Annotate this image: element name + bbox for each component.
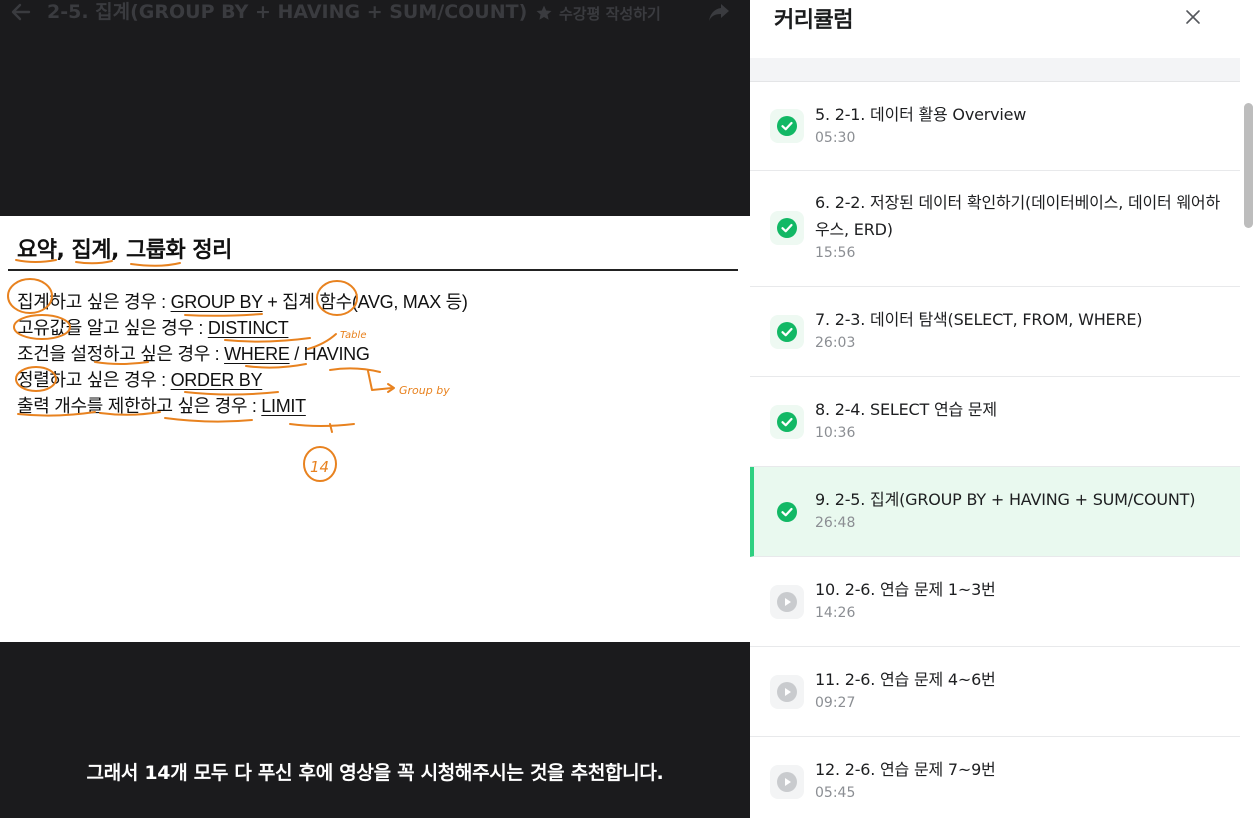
curriculum-title: 커리큘럼 bbox=[774, 8, 853, 33]
write-review-label: 수강평 작성하기 bbox=[559, 4, 661, 23]
slide-line: 출력 개수를 제한하고 싶은 경우 : LIMIT bbox=[17, 392, 306, 418]
lesson-title: 5. 2-1. 데이터 활용 Overview bbox=[815, 105, 1027, 124]
line-prefix: 출력 개수를 제한하고 싶은 경우 : bbox=[17, 396, 262, 416]
check-circle-icon bbox=[777, 218, 797, 238]
lesson-duration: 09:27 bbox=[815, 695, 856, 711]
lesson-duration: 26:03 bbox=[815, 335, 856, 351]
line-keyword: ORDER BY bbox=[170, 370, 263, 390]
curriculum-panel: 커리큘럼 5. 2-1. 데이터 활용 Overview 05:30 6. 2-… bbox=[750, 0, 1256, 818]
check-circle-icon bbox=[777, 322, 797, 342]
video-title: 2-5. 집계(GROUP BY + HAVING + SUM/COUNT) bbox=[47, 1, 528, 23]
lesson-item[interactable]: 12. 2-6. 연습 문제 7~9번 05:45 bbox=[750, 737, 1240, 818]
lesson-item[interactable]: 6. 2-2. 저장된 데이터 확인하기(데이터베이스, 데이터 웨어하우스, … bbox=[750, 171, 1240, 287]
completed-status bbox=[770, 405, 804, 439]
scrollbar-thumb[interactable] bbox=[1244, 103, 1253, 228]
check-circle-icon bbox=[777, 116, 797, 136]
lecture-slide: 요약, 집계, 그룹화 정리 집계하고 싶은 경우 : GROUP BY + 집… bbox=[0, 216, 750, 642]
lesson-item[interactable]: 7. 2-3. 데이터 탐색(SELECT, FROM, WHERE) 26:0… bbox=[750, 287, 1240, 377]
check-circle-icon bbox=[777, 502, 797, 522]
curriculum-header: 커리큘럼 bbox=[750, 0, 1240, 58]
line-keyword: GROUP BY bbox=[170, 292, 263, 312]
lesson-duration: 05:45 bbox=[815, 785, 856, 801]
lesson-list: 5. 2-1. 데이터 활용 Overview 05:30 6. 2-2. 저장… bbox=[750, 82, 1240, 818]
completed-status bbox=[770, 211, 804, 245]
slide-line: 집계하고 싶은 경우 : GROUP BY + 집계 함수(AVG, MAX 등… bbox=[17, 288, 468, 314]
lesson-title: 12. 2-6. 연습 문제 7~9번 bbox=[815, 760, 996, 779]
back-button[interactable] bbox=[8, 0, 34, 24]
share-button[interactable] bbox=[706, 0, 732, 24]
play-circle-icon bbox=[777, 682, 797, 702]
lesson-title: 9. 2-5. 집계(GROUP BY + HAVING + SUM/COUNT… bbox=[815, 490, 1196, 509]
lesson-title: 11. 2-6. 연습 문제 4~6번 bbox=[815, 670, 996, 689]
play-circle-icon bbox=[777, 772, 797, 792]
line-prefix: 조건을 설정하고 싶은 경우 : bbox=[17, 344, 225, 364]
line-keyword: WHERE bbox=[224, 344, 290, 364]
lesson-item[interactable]: 8. 2-4. SELECT 연습 문제 10:36 bbox=[750, 377, 1240, 467]
share-icon bbox=[709, 4, 729, 21]
slide-line: 조건을 설정하고 싶은 경우 : WHERE / HAVING bbox=[17, 340, 370, 366]
handwritten-annotations: Table Group by 14 bbox=[7, 259, 450, 482]
play-status bbox=[770, 765, 804, 799]
lesson-duration: 14:26 bbox=[815, 605, 856, 621]
check-circle-icon bbox=[777, 412, 797, 432]
lesson-item-current[interactable]: 9. 2-5. 집계(GROUP BY + HAVING + SUM/COUNT… bbox=[750, 467, 1240, 557]
lesson-title: 10. 2-6. 연습 문제 1~3번 bbox=[815, 580, 996, 599]
annotation-14: 14 bbox=[310, 458, 329, 476]
lesson-duration: 26:48 bbox=[815, 515, 856, 531]
lesson-item[interactable]: 10. 2-6. 연습 문제 1~3번 14:26 bbox=[750, 557, 1240, 647]
lesson-duration: 05:30 bbox=[815, 130, 856, 146]
completed-status bbox=[770, 315, 804, 349]
line-prefix: 집계하고 싶은 경우 : bbox=[17, 292, 171, 312]
line-prefix: 고유값을 알고 싶은 경우 : bbox=[17, 318, 208, 338]
star-icon bbox=[536, 5, 552, 20]
play-status bbox=[770, 585, 804, 619]
slide-divider bbox=[8, 269, 738, 271]
line-keyword: LIMIT bbox=[261, 396, 306, 416]
lesson-item[interactable]: 5. 2-1. 데이터 활용 Overview 05:30 bbox=[750, 82, 1240, 171]
close-button[interactable] bbox=[1182, 6, 1204, 28]
lesson-item[interactable]: 11. 2-6. 연습 문제 4~6번 09:27 bbox=[750, 647, 1240, 737]
completed-status bbox=[770, 109, 804, 143]
lesson-title: 6. 2-2. 저장된 데이터 확인하기(데이터베이스, 데이터 웨어하우스, … bbox=[815, 193, 1220, 239]
close-icon bbox=[1186, 10, 1200, 24]
video-top-bar: 2-5. 집계(GROUP BY + HAVING + SUM/COUNT) 수… bbox=[0, 0, 750, 28]
lesson-title: 8. 2-4. SELECT 연습 문제 bbox=[815, 400, 997, 419]
lesson-duration: 15:56 bbox=[815, 245, 856, 261]
write-review-button[interactable]: 수강평 작성하기 bbox=[535, 2, 661, 24]
annotation-group-by: Group by bbox=[399, 384, 450, 397]
lesson-title: 7. 2-3. 데이터 탐색(SELECT, FROM, WHERE) bbox=[815, 310, 1143, 329]
completed-status bbox=[770, 495, 804, 529]
lesson-duration: 10:36 bbox=[815, 425, 856, 441]
slide-title: 요약, 집계, 그룹화 정리 bbox=[17, 238, 232, 263]
video-player[interactable]: 2-5. 집계(GROUP BY + HAVING + SUM/COUNT) 수… bbox=[0, 0, 750, 818]
slide-line: 고유값을 알고 싶은 경우 : DISTINCT bbox=[17, 314, 289, 340]
arrow-left-icon bbox=[11, 3, 31, 21]
line-suffix: / HAVING bbox=[289, 344, 370, 364]
panel-spacer bbox=[750, 58, 1240, 82]
play-status bbox=[770, 675, 804, 709]
play-circle-icon bbox=[777, 592, 797, 612]
video-subtitle: 그래서 14개 모두 다 푸신 후에 영상을 꼭 시청해주시는 것을 추천합니다… bbox=[86, 762, 664, 784]
slide-line: 정렬하고 싶은 경우 : ORDER BY bbox=[17, 366, 263, 392]
line-keyword: DISTINCT bbox=[207, 318, 289, 338]
line-prefix: 정렬하고 싶은 경우 : bbox=[17, 370, 171, 390]
line-suffix: + 집계 함수(AVG, MAX 등) bbox=[262, 292, 468, 312]
